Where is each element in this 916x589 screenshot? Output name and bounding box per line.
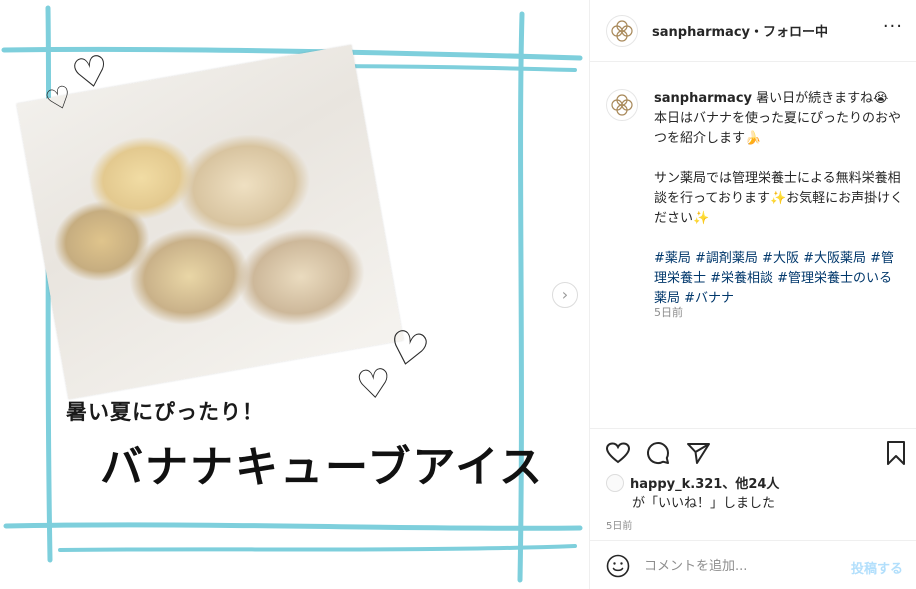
avatar[interactable] (606, 89, 638, 121)
more-options-button[interactable]: ··· (883, 16, 903, 37)
paper-plane-icon[interactable] (684, 439, 712, 467)
post-sidebar: sanpharmacy・フォロー中 ··· sanpharmacy 暑い日が続き… (589, 0, 916, 589)
next-slide-button[interactable]: › (552, 282, 578, 308)
post-caption: sanpharmacy 暑い日が続きますね😭 本日はバナナを使った夏にぴったりの… (590, 62, 916, 428)
caption-line: サン薬局では管理栄養士による無料栄養相談を行っております✨お気軽にお声掛けくださ… (654, 171, 904, 226)
post-header: sanpharmacy・フォロー中 ··· (590, 0, 916, 62)
caption-body: sanpharmacy 暑い日が続きますね😭 本日はバナナを使った夏にぴったりの… (654, 89, 904, 309)
caption-line: 本日はバナナを使った夏にぴったりのおやつを紹介します🍌 (654, 111, 902, 146)
bookmark-icon[interactable] (882, 439, 910, 467)
comment-form: 投稿する (590, 540, 916, 589)
comment-bubble-icon[interactable] (644, 439, 672, 467)
post-media[interactable]: ♡ ♡ ♡ ♡ 暑い夏にぴったり！ バナナキューブアイス › (0, 0, 589, 589)
header-user-line: sanpharmacy・フォロー中 (652, 21, 828, 40)
likes-suffix: が「いいね！」しました (632, 496, 776, 511)
heart-doodle-icon: ♡ (353, 360, 395, 410)
caption-timestamp: 5日前 (654, 306, 683, 319)
heart-outline-icon[interactable] (604, 439, 632, 467)
media-subtitle: 暑い夏にぴったり！ (66, 400, 264, 424)
post-timestamp: 5日前 (606, 521, 633, 532)
avatar[interactable] (606, 15, 638, 47)
pharmacy-logo-icon (611, 20, 633, 42)
pharmacy-logo-icon (611, 94, 633, 116)
caption-username[interactable]: sanpharmacy (654, 91, 752, 106)
separator: ・ (750, 25, 764, 40)
emoji-icon[interactable] (606, 554, 630, 578)
post-comment-button[interactable]: 投稿する (851, 558, 903, 577)
liker-username[interactable]: happy_k.321 (630, 477, 722, 492)
caption-line: 暑い日が続きますね😭 (756, 91, 889, 106)
banana-ice-photo (16, 44, 404, 400)
avatar[interactable] (606, 474, 624, 492)
liker-count[interactable]: 、他24人 (722, 477, 779, 492)
media-title: バナナキューブアイス (100, 443, 544, 493)
likes-summary: happy_k.321、他24人 (606, 473, 779, 492)
action-bar: happy_k.321、他24人 が「いいね！」しました 5日前 (590, 428, 916, 540)
more-dots-icon: ··· (882, 16, 903, 37)
header-username[interactable]: sanpharmacy (652, 25, 750, 40)
chevron-right-icon: › (561, 285, 569, 304)
comment-input[interactable] (644, 554, 844, 578)
follow-status-button[interactable]: フォロー中 (763, 25, 828, 40)
hashtag-list[interactable]: #薬局 #調剤薬局 #大阪 #大阪薬局 #管理栄養士 #栄養相談 #管理栄養士の… (654, 249, 904, 309)
